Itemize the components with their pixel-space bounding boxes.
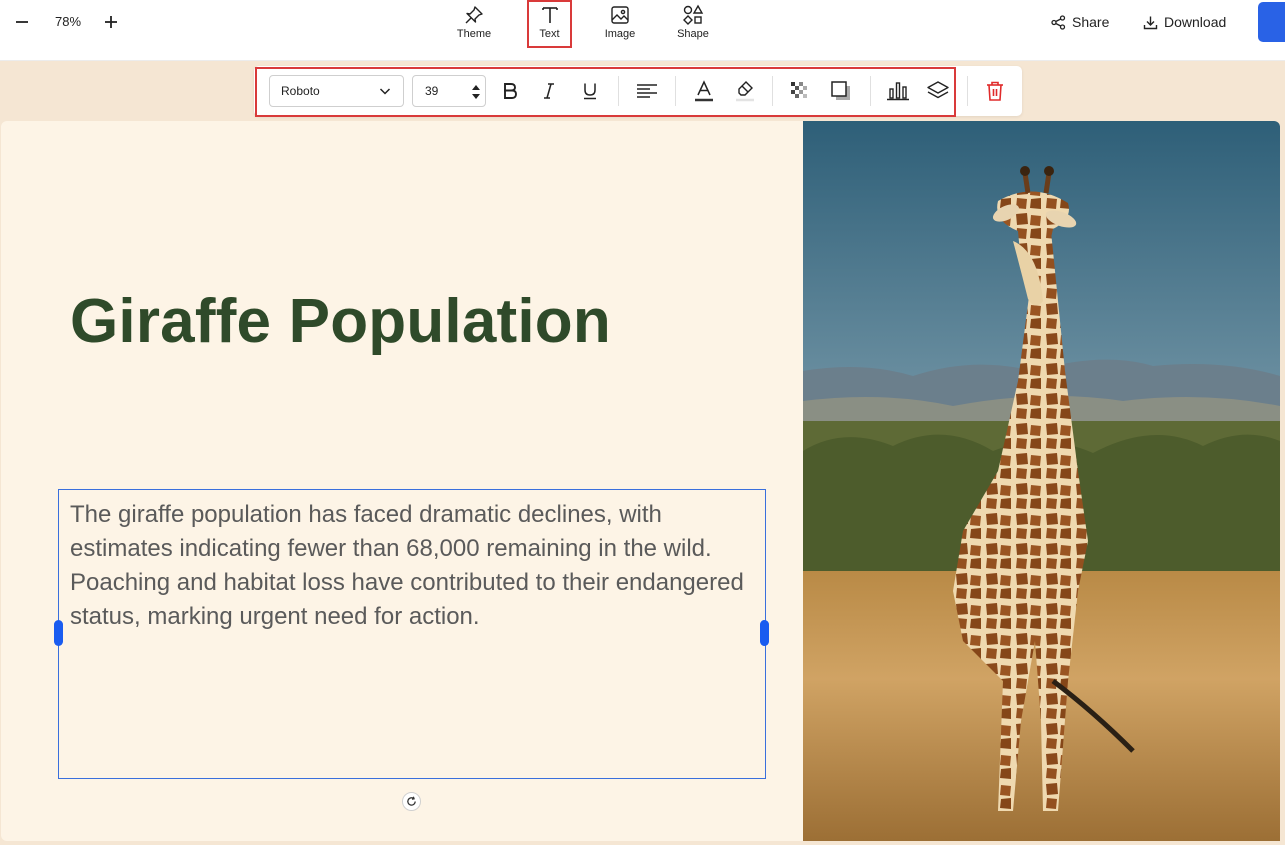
share-label: Share xyxy=(1072,14,1110,30)
tool-text-label: Text xyxy=(539,28,560,40)
pin-icon xyxy=(465,6,483,24)
shapes-icon xyxy=(683,4,704,25)
plus-icon xyxy=(105,16,117,28)
tool-image-label: Image xyxy=(604,28,636,40)
text-icon xyxy=(541,7,558,23)
resize-handle-left[interactable] xyxy=(54,620,63,646)
zoom-in-button[interactable] xyxy=(97,8,125,36)
giraffe-image xyxy=(803,121,1280,841)
primary-action-button[interactable] xyxy=(1258,2,1285,42)
tool-theme[interactable]: Theme xyxy=(452,2,496,46)
delete-icon xyxy=(987,81,1003,101)
toolbar-divider xyxy=(967,76,968,106)
rotate-icon xyxy=(407,796,416,806)
download-button[interactable]: Download xyxy=(1143,12,1226,32)
tool-shape[interactable]: Shape xyxy=(672,2,714,46)
slide-body-text[interactable]: The giraffe population has faced dramati… xyxy=(70,498,760,634)
resize-handle-right[interactable] xyxy=(760,620,769,646)
zoom-out-button[interactable] xyxy=(8,8,36,36)
download-icon xyxy=(1143,16,1158,29)
download-label: Download xyxy=(1164,14,1227,30)
tool-shape-label: Shape xyxy=(677,28,709,40)
tool-image[interactable]: Image xyxy=(599,2,641,46)
minus-icon xyxy=(16,21,28,23)
tool-text[interactable]: Text xyxy=(527,0,572,48)
rotate-handle[interactable] xyxy=(402,792,421,811)
delete-button[interactable] xyxy=(981,78,1009,104)
top-bar: 78% Theme Text Image Shape Share Downloa… xyxy=(0,0,1285,61)
slide-title[interactable]: Giraffe Population xyxy=(70,286,611,357)
giraffe-photo[interactable] xyxy=(803,121,1280,841)
zoom-level: 78% xyxy=(54,14,82,29)
toolbar-highlight-box xyxy=(255,67,956,117)
share-button[interactable]: Share xyxy=(1051,12,1109,32)
tool-theme-label: Theme xyxy=(456,28,492,40)
image-icon xyxy=(611,6,629,24)
share-icon xyxy=(1051,14,1066,30)
